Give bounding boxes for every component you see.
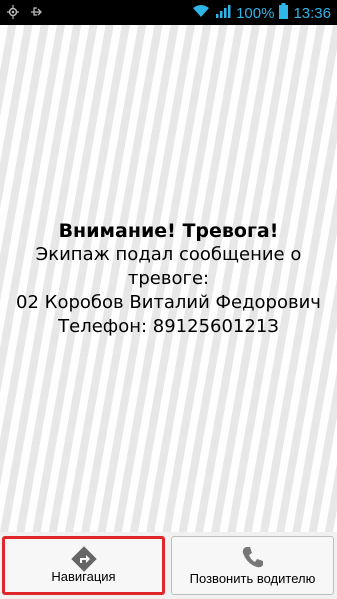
signal-icon bbox=[215, 4, 231, 22]
call-driver-label: Позвонить водителю bbox=[189, 571, 316, 586]
alert-line-3: 02 Коробов Виталий Федорович bbox=[16, 292, 321, 313]
battery-percent: 100% bbox=[236, 4, 275, 22]
navigation-button[interactable]: Навигация bbox=[2, 536, 165, 595]
call-driver-button[interactable]: Позвонить водителю bbox=[171, 536, 334, 595]
alert-message: Внимание! Тревога! Экипаж подал сообщени… bbox=[0, 219, 337, 339]
alert-title: Внимание! Тревога! bbox=[58, 220, 279, 242]
alert-line-2: тревоге: bbox=[127, 268, 210, 289]
clock: 13:36 bbox=[293, 4, 331, 22]
usb-icon bbox=[29, 5, 43, 24]
gps-icon bbox=[7, 5, 19, 24]
bottom-action-bar: Навигация Позвонить водителю bbox=[0, 532, 337, 599]
wifi-icon bbox=[192, 4, 210, 22]
battery-icon bbox=[279, 3, 289, 23]
navigation-label: Навигация bbox=[51, 569, 116, 584]
status-bar: 100% 13:36 bbox=[0, 0, 337, 25]
alert-line-1: Экипаж подал сообщение о bbox=[35, 244, 302, 265]
tire-track-background: Внимание! Тревога! Экипаж подал сообщени… bbox=[0, 25, 337, 532]
alert-line-4: Телефон: 8912560121З bbox=[58, 316, 279, 337]
